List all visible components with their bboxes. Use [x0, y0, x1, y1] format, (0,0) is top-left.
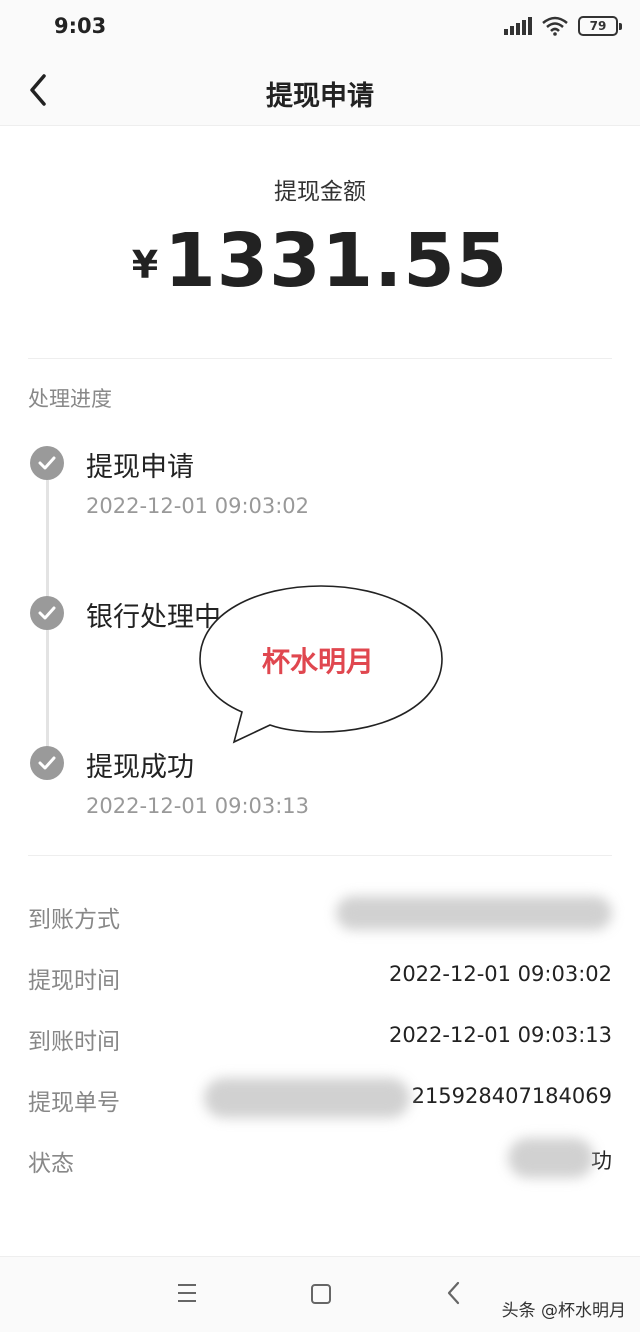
detail-label: 到账时间 [28, 1029, 120, 1055]
nav-bar: 提现申请 [0, 56, 640, 126]
amount-label: 提现金额 [274, 179, 366, 205]
progress-title: 处理进度 [28, 387, 112, 411]
status-bar: 9:03 79 [0, 0, 640, 56]
amount-row: ¥1331.55 [0, 218, 640, 304]
check-circle-icon [30, 746, 64, 780]
watermark: 头条 @杯水明月 [501, 1301, 626, 1321]
bubble-text: 杯水明月 [261, 645, 374, 678]
check-circle-icon [30, 596, 64, 630]
step-time: 2022-12-01 09:03:13 [86, 794, 310, 818]
status-icons: 79 [504, 16, 622, 36]
detail-value: 215928407184069 [411, 1084, 612, 1108]
amount-currency: ¥ [131, 243, 159, 287]
step-title: 提现成功 [86, 752, 194, 783]
page-title: 提现申请 [266, 81, 374, 112]
detail-label: 状态 [28, 1151, 74, 1177]
detail-label: 到账方式 [28, 907, 120, 933]
home-square-icon[interactable] [308, 1281, 334, 1307]
step-title: 提现申请 [86, 452, 194, 483]
signal-icon [504, 17, 532, 35]
divider [28, 358, 612, 359]
amount-value: 1331.55 [164, 218, 509, 304]
divider [28, 855, 612, 856]
detail-label: 提现时间 [28, 968, 120, 994]
menu-icon[interactable] [172, 1281, 202, 1305]
redacted-value [336, 896, 612, 930]
detail-label: 提现单号 [28, 1090, 120, 1116]
check-circle-icon [30, 446, 64, 480]
wifi-icon [542, 16, 568, 36]
detail-value: 2022-12-01 09:03:02 [388, 962, 612, 986]
detail-value: 2022-12-01 09:03:13 [388, 1023, 612, 1047]
detail-value: 功 [591, 1149, 612, 1173]
step-time: 2022-12-01 09:03:02 [86, 494, 310, 518]
battery-icon: 79 [578, 16, 622, 36]
redacted-value [204, 1078, 410, 1118]
chevron-left-icon[interactable] [442, 1279, 466, 1307]
redacted-value [508, 1138, 594, 1178]
status-time: 9:03 [54, 14, 107, 38]
